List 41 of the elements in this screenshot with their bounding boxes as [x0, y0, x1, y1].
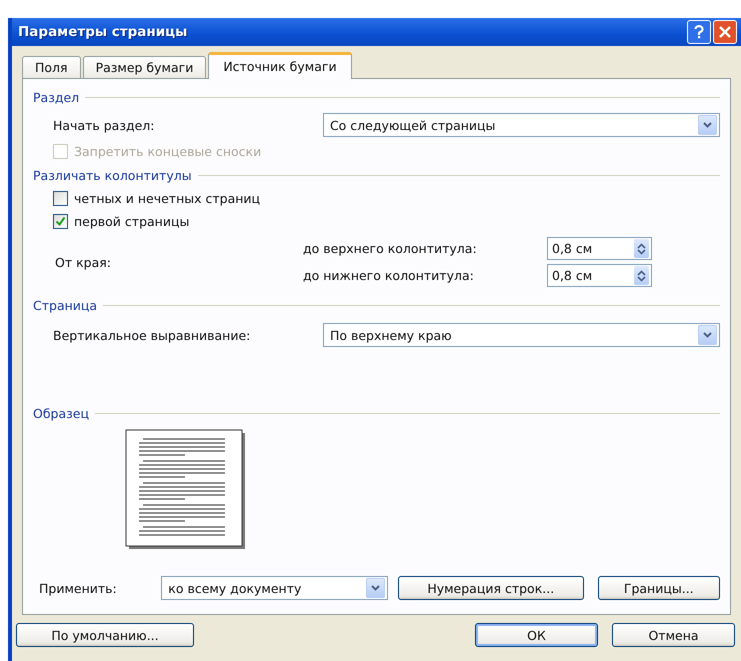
- group-title: Раздел: [33, 90, 80, 104]
- tab[interactable]: Поля: [22, 56, 81, 78]
- dropdown[interactable]: Со следующей страницы: [322, 113, 720, 137]
- window-title: Параметры страницы: [18, 24, 188, 40]
- close-button[interactable]: [713, 20, 737, 44]
- group-title: Образец: [33, 406, 89, 420]
- tab[interactable]: Источник бумаги: [208, 52, 352, 79]
- up-down-arrows-icon: [637, 242, 646, 254]
- line-numbers-button[interactable]: Нумерация строк...: [398, 576, 584, 600]
- checkbox[interactable]: четных и нечетных страниц: [53, 187, 260, 210]
- field-label: От края:: [55, 254, 112, 270]
- spin-field[interactable]: 0,8 см: [547, 237, 652, 260]
- chevron-down-icon: [703, 332, 712, 338]
- checkbox-label: Запретить концевые сноски: [74, 144, 262, 159]
- chevron-down-icon: [703, 122, 712, 128]
- question-mark-icon: [694, 25, 704, 39]
- help-button[interactable]: [687, 20, 711, 44]
- checkbox-box[interactable]: [53, 191, 68, 206]
- check-icon: [55, 216, 66, 227]
- up-down-arrows-icon: [637, 270, 646, 282]
- close-icon: [719, 26, 731, 38]
- field-label: до верхнего колонтитула:: [303, 241, 478, 256]
- checkbox[interactable]: первой страницы: [53, 210, 190, 233]
- checkbox-label: четных и нечетных страниц: [74, 191, 260, 206]
- field-label: Начать раздел:: [53, 118, 156, 132]
- field-label: до нижнего колонтитула:: [303, 268, 475, 283]
- field-label: Вертикальное выравнивание:: [53, 328, 252, 342]
- borders-button[interactable]: Границы...: [598, 576, 720, 600]
- checkbox-label: первой страницы: [74, 214, 190, 229]
- dropdown[interactable]: ко всему документу: [161, 576, 388, 600]
- checkbox-box[interactable]: [53, 214, 68, 229]
- group-title: Различать колонтитулы: [33, 168, 192, 182]
- field-label: Применить:: [39, 580, 118, 596]
- dialog-button[interactable]: По умолчанию...: [16, 623, 194, 647]
- tab[interactable]: Размер бумаги: [82, 56, 206, 78]
- group-title: Страница: [33, 298, 98, 312]
- dialog-button[interactable]: ОК: [475, 623, 598, 647]
- chevron-down-icon: [370, 585, 380, 591]
- dropdown[interactable]: По верхнему краю: [322, 323, 720, 347]
- spin-field[interactable]: 0,8 см: [547, 264, 652, 287]
- dialog-button[interactable]: Отмена: [612, 623, 735, 647]
